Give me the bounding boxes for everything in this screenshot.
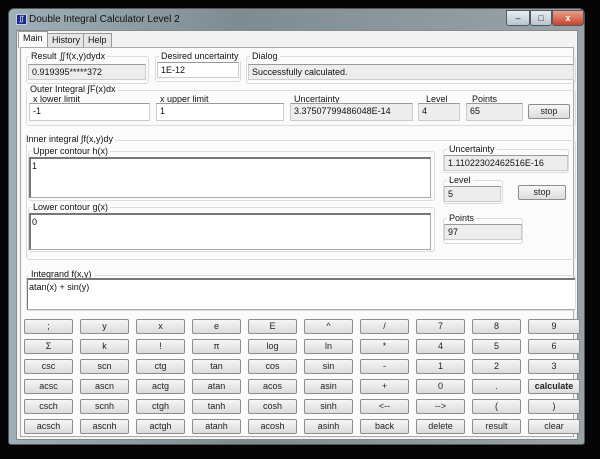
- key-button[interactable]: actgh: [136, 419, 185, 434]
- key-button[interactable]: scnh: [80, 399, 129, 414]
- key-button[interactable]: π: [192, 339, 241, 354]
- tab-history[interactable]: History: [47, 33, 86, 47]
- lower-contour-label: Lower contour g(x): [31, 202, 111, 212]
- maximize-button[interactable]: □: [530, 10, 552, 26]
- key-button[interactable]: *: [360, 339, 409, 354]
- tab-main[interactable]: Main: [18, 31, 48, 48]
- key-button[interactable]: csch: [24, 399, 73, 414]
- key-button[interactable]: acos: [248, 379, 297, 394]
- outer-integral-label: Outer Integral ∫F(x)dx: [28, 84, 118, 94]
- key-button[interactable]: /: [360, 319, 409, 334]
- key-button[interactable]: acosh: [248, 419, 297, 434]
- inner-uncertainty-label: Uncertainty: [447, 144, 497, 154]
- key-button[interactable]: cos: [248, 359, 297, 374]
- key-button[interactable]: Σ: [24, 339, 73, 354]
- key-button[interactable]: tan: [192, 359, 241, 374]
- result-label: Result ∬f(x,y)dydx: [29, 51, 108, 62]
- key-button[interactable]: ascnh: [80, 419, 129, 434]
- key-button[interactable]: atanh: [192, 419, 241, 434]
- key-button[interactable]: <--: [360, 399, 409, 414]
- inner-level-field: 5: [444, 186, 501, 202]
- key-button[interactable]: atan: [192, 379, 241, 394]
- dialog-label: Dialog: [250, 51, 280, 61]
- key-button[interactable]: sin: [304, 359, 353, 374]
- inner-points-label: Points: [447, 213, 477, 223]
- key-button[interactable]: .: [472, 379, 521, 394]
- upper-contour-label: Upper contour h(x): [31, 146, 111, 156]
- key-button[interactable]: scn: [80, 359, 129, 374]
- key-button[interactable]: y: [80, 319, 129, 334]
- app-window: ∬ Double Integral Calculator Level 2 – □…: [8, 8, 585, 445]
- key-button[interactable]: result: [472, 419, 521, 434]
- key-button[interactable]: acsc: [24, 379, 73, 394]
- inner-points-field: 97: [444, 224, 522, 240]
- key-button[interactable]: ^: [304, 319, 353, 334]
- key-button[interactable]: -->: [416, 399, 465, 414]
- key-button[interactable]: 4: [416, 339, 465, 354]
- key-button[interactable]: !: [136, 339, 185, 354]
- outer-stop-button[interactable]: stop: [528, 104, 570, 119]
- key-button[interactable]: k: [80, 339, 129, 354]
- key-button[interactable]: e: [192, 319, 241, 334]
- integrand-input[interactable]: atan(x) + sin(y): [27, 278, 575, 310]
- key-button[interactable]: 1: [416, 359, 465, 374]
- key-button[interactable]: clear: [528, 419, 580, 434]
- result-field: 0.919395*****372: [28, 64, 146, 80]
- key-button[interactable]: ascn: [80, 379, 129, 394]
- key-button[interactable]: ctgh: [136, 399, 185, 414]
- key-button[interactable]: delete: [416, 419, 465, 434]
- key-button[interactable]: cosh: [248, 399, 297, 414]
- key-button[interactable]: log: [248, 339, 297, 354]
- dialog-field: Successfully calculated.: [248, 64, 574, 80]
- key-button[interactable]: 7: [416, 319, 465, 334]
- key-button[interactable]: acsch: [24, 419, 73, 434]
- client-area: Main History Help Result ∬f(x,y)dydx 0.9…: [16, 30, 580, 440]
- key-button[interactable]: 0: [416, 379, 465, 394]
- window-title: Double Integral Calculator Level 2: [29, 14, 180, 25]
- desired-uncertainty-input[interactable]: 1E-12: [157, 62, 239, 78]
- inner-uncertainty-field: 1.11022302462516E-16: [444, 155, 568, 171]
- inner-level-label: Level: [447, 175, 473, 185]
- key-button[interactable]: actg: [136, 379, 185, 394]
- minimize-button[interactable]: –: [506, 10, 530, 26]
- key-button[interactable]: asin: [304, 379, 353, 394]
- main-page: Result ∬f(x,y)dydx 0.919395*****372 Desi…: [20, 47, 580, 437]
- lower-contour-input[interactable]: 0: [29, 213, 431, 250]
- key-button[interactable]: 2: [472, 359, 521, 374]
- key-button[interactable]: sinh: [304, 399, 353, 414]
- key-button[interactable]: ln: [304, 339, 353, 354]
- app-icon: ∬: [16, 14, 27, 25]
- key-button[interactable]: 8: [472, 319, 521, 334]
- desired-uncertainty-label: Desired uncertainty: [159, 51, 241, 61]
- key-button[interactable]: tanh: [192, 399, 241, 414]
- key-button[interactable]: +: [360, 379, 409, 394]
- x-lower-limit-input[interactable]: -1: [29, 103, 150, 121]
- key-button[interactable]: -: [360, 359, 409, 374]
- key-button[interactable]: 3: [528, 359, 580, 374]
- key-calculate-button[interactable]: calculate: [528, 379, 580, 394]
- key-button[interactable]: ctg: [136, 359, 185, 374]
- key-button[interactable]: E: [248, 319, 297, 334]
- key-button[interactable]: 9: [528, 319, 580, 334]
- key-button[interactable]: 5: [472, 339, 521, 354]
- key-button[interactable]: ;: [24, 319, 73, 334]
- key-button[interactable]: x: [136, 319, 185, 334]
- key-button[interactable]: 6: [528, 339, 580, 354]
- inner-integral-label: Inner integral ∫f(x,y)dy: [24, 134, 115, 144]
- key-button[interactable]: csc: [24, 359, 73, 374]
- key-button[interactable]: ): [528, 399, 580, 414]
- outer-points-field: 65: [466, 103, 523, 121]
- upper-contour-input[interactable]: 1: [29, 157, 431, 198]
- x-upper-limit-input[interactable]: 1: [156, 103, 284, 121]
- tab-help[interactable]: Help: [83, 33, 112, 47]
- inner-stop-button[interactable]: stop: [518, 185, 566, 200]
- key-button[interactable]: back: [360, 419, 409, 434]
- key-button[interactable]: (: [472, 399, 521, 414]
- key-button[interactable]: asinh: [304, 419, 353, 434]
- outer-level-field: 4: [418, 103, 460, 121]
- outer-uncertainty-field: 3.37507799486048E-14: [290, 103, 413, 121]
- close-button[interactable]: x: [552, 10, 584, 26]
